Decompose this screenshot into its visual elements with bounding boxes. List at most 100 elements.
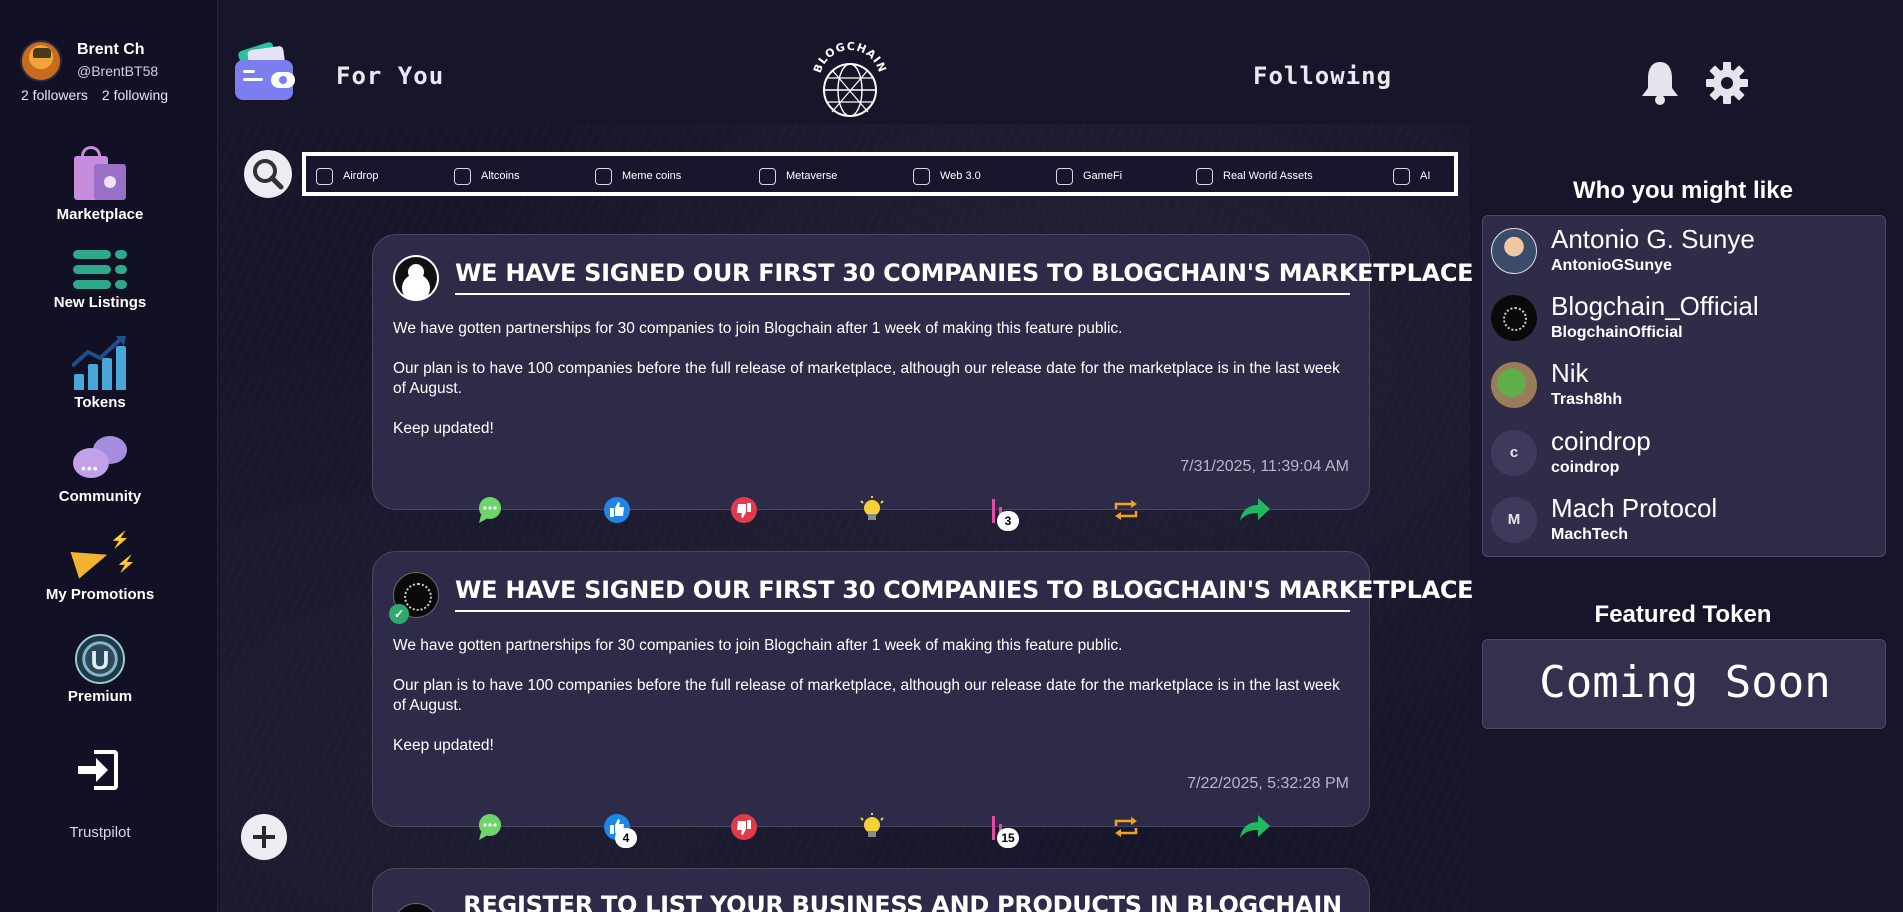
left-sidebar: Brent Ch @BrentBT58 2 followers 2 followi… (0, 0, 218, 912)
suggestion-item[interactable]: M Mach Protocol MachTech (1491, 491, 1881, 547)
post-card[interactable]: WE HAVE SIGNED OUR FIRST 30 COMPANIES TO… (372, 234, 1474, 531)
avatar[interactable] (20, 40, 62, 82)
like-button[interactable] (602, 495, 632, 525)
repost-icon (1114, 817, 1138, 837)
sidebar-item-premium[interactable]: U Premium (0, 634, 200, 705)
suggestion-handle: coindrop (1551, 459, 1620, 476)
tab-following[interactable]: Following (1253, 62, 1392, 90)
featured-token-text: Coming Soon (1539, 657, 1831, 708)
filter-ai[interactable]: AI (1393, 166, 1430, 186)
comment-button[interactable] (475, 812, 505, 842)
comment-icon (479, 814, 501, 840)
sidebar-item-label: My Promotions (45, 586, 155, 603)
checkbox[interactable] (595, 167, 612, 185)
checkbox[interactable] (316, 167, 333, 185)
repost-button[interactable] (1111, 495, 1141, 525)
views-button[interactable]: 15 (984, 812, 1019, 848)
post-actions: 4 15 (373, 812, 1371, 848)
chat-bubbles-icon: ••• (73, 436, 127, 484)
dislike-button[interactable] (729, 812, 759, 842)
settings-gear-icon[interactable] (1706, 62, 1748, 104)
filter-altcoins[interactable]: Altcoins (454, 166, 520, 186)
wallet-icon[interactable] (235, 41, 297, 102)
suggestion-name: Mach Protocol (1551, 493, 1718, 523)
sidebar-item-new-listings[interactable]: New Listings (0, 250, 200, 311)
filter-meme-coins[interactable]: Meme coins (595, 166, 681, 186)
suggestion-item[interactable]: Antonio G. Sunye AntonioGSunye (1491, 222, 1881, 278)
views-count: 3 (997, 511, 1019, 531)
search-button[interactable] (244, 150, 292, 198)
filter-web3[interactable]: Web 3.0 (913, 166, 981, 186)
repost-button[interactable] (1111, 812, 1141, 842)
suggestion-item[interactable]: Nik Trash8hh (1491, 356, 1881, 412)
post-paragraph: Our plan is to have 100 companies before… (393, 360, 1340, 397)
author-avatar[interactable] (393, 255, 439, 301)
chart-icon (72, 336, 128, 390)
checkbox[interactable] (1196, 167, 1213, 185)
suggestion-name: coindrop (1551, 426, 1651, 456)
avatar[interactable]: c (1491, 430, 1537, 476)
thumbs-down-icon (731, 814, 757, 840)
premium-badge-icon: U (75, 634, 125, 684)
lightbulb-icon (860, 496, 884, 520)
sidebar-item-label: Marketplace (56, 206, 144, 223)
filter-real-world-assets[interactable]: Real World Assets (1196, 166, 1313, 186)
suggestion-handle: AntonioGSunye (1551, 257, 1672, 274)
thumbs-down-icon (731, 497, 757, 523)
sidebar-item-label: New Listings (53, 294, 147, 311)
idea-button[interactable] (857, 495, 887, 525)
post-timestamp: 7/31/2025, 11:39:04 AM (1180, 458, 1349, 475)
filter-metaverse[interactable]: Metaverse (759, 166, 837, 186)
post-paragraph: Keep updated! (393, 737, 494, 754)
following-count[interactable]: 2 following (102, 87, 168, 103)
share-button[interactable] (1238, 495, 1270, 525)
share-button[interactable] (1238, 812, 1270, 842)
sidebar-item-my-promotions[interactable]: ⚡ ⚡ My Promotions (0, 530, 200, 603)
views-button[interactable]: 3 (984, 495, 1019, 531)
checkbox[interactable] (913, 167, 930, 185)
post-card[interactable]: ✓ WE HAVE SIGNED OUR FIRST 30 COMPANIES … (372, 551, 1474, 848)
checkbox[interactable] (454, 167, 471, 185)
followers-count[interactable]: 2 followers (21, 87, 88, 103)
post-body: We have gotten partnerships for 30 compa… (393, 636, 1348, 776)
create-post-button[interactable] (241, 814, 287, 860)
logout-button[interactable] (0, 748, 200, 796)
suggestion-item[interactable]: Blogchain_Official BlogchainOfficial (1491, 289, 1881, 345)
blogchain-logo[interactable]: BLOGCHAIN (808, 40, 892, 120)
sidebar-item-marketplace[interactable]: Marketplace (0, 146, 200, 223)
featured-token-card[interactable]: Coming Soon (1482, 639, 1886, 729)
checkbox[interactable] (1393, 167, 1410, 185)
profile-handle: @BrentBT58 (77, 63, 159, 79)
sidebar-item-tokens[interactable]: Tokens (0, 336, 200, 411)
like-button[interactable]: 4 (602, 812, 637, 848)
checkbox[interactable] (759, 167, 776, 185)
sidebar-item-label: Community (58, 488, 142, 505)
comment-button[interactable] (475, 495, 505, 525)
idea-button[interactable] (857, 812, 887, 842)
search-icon (253, 159, 284, 190)
avatar[interactable] (1491, 362, 1537, 408)
suggestion-handle: BlogchainOfficial (1551, 324, 1683, 341)
verified-check-icon: ✓ (389, 604, 409, 624)
logout-icon (78, 748, 122, 792)
comment-icon (479, 497, 501, 523)
suggestion-item[interactable]: c coindrop coindrop (1491, 424, 1881, 480)
author-avatar[interactable] (393, 903, 439, 912)
profile-name: Brent Ch (77, 41, 145, 58)
post-paragraph: Our plan is to have 100 companies before… (393, 677, 1340, 714)
trustpilot-link[interactable]: Trustpilot (0, 824, 200, 841)
checkbox[interactable] (1056, 167, 1073, 185)
avatar[interactable] (1491, 295, 1537, 341)
post-card[interactable]: REGISTER TO LIST YOUR BUSINESS AND PRODU… (372, 868, 1370, 912)
notification-bell-icon[interactable] (1640, 60, 1680, 106)
filter-gamefi[interactable]: GameFi (1056, 166, 1122, 186)
avatar[interactable] (1491, 228, 1537, 274)
sidebar-item-community[interactable]: ••• Community (0, 436, 200, 505)
dislike-button[interactable] (729, 495, 759, 525)
logo-text: BLOGCHAIN (811, 40, 888, 75)
avatar[interactable]: M (1491, 497, 1537, 543)
thumbs-up-icon (604, 497, 630, 523)
tab-for-you[interactable]: For You (336, 62, 444, 90)
list-icon (73, 250, 127, 290)
filter-airdrop[interactable]: Airdrop (316, 166, 378, 186)
